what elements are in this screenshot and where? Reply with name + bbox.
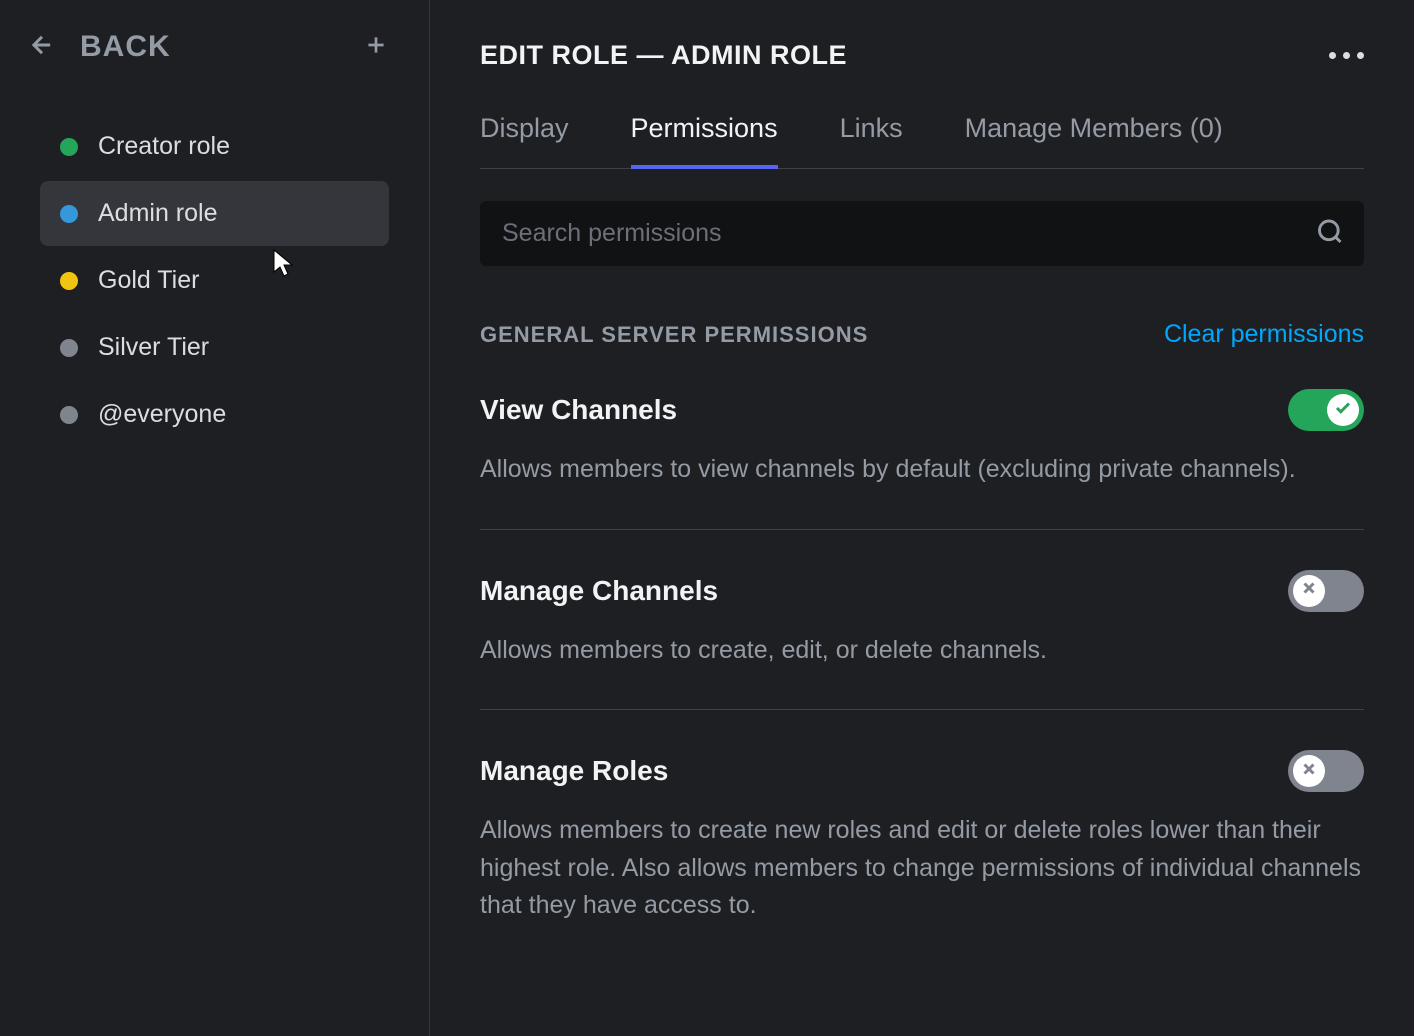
arrow-left-icon [28,31,56,64]
role-name-label: Gold Tier [98,266,199,295]
page-title: EDIT ROLE — ADMIN ROLE [480,40,847,71]
dots-icon [1357,52,1364,59]
permission-description: Allows members to create, edit, or delet… [480,632,1364,670]
more-options-button[interactable] [1329,52,1364,59]
sidebar: BACK Creator role Admin role Gold Tier S… [0,0,430,1036]
tab-manage-members[interactable]: Manage Members (0) [965,113,1223,168]
role-name-label: Admin role [98,199,218,228]
section-header: GENERAL SERVER PERMISSIONS Clear permiss… [480,320,1364,349]
sidebar-item-creator-role[interactable]: Creator role [40,114,389,179]
dots-icon [1343,52,1350,59]
search-input[interactable] [480,201,1364,266]
dots-icon [1329,52,1336,59]
sidebar-item-gold-tier[interactable]: Gold Tier [40,248,389,313]
toggle-thumb [1327,394,1359,426]
permission-title: Manage Roles [480,755,668,787]
role-name-label: Creator role [98,132,230,161]
section-title: GENERAL SERVER PERMISSIONS [480,322,868,348]
clear-permissions-link[interactable]: Clear permissions [1164,320,1364,349]
permission-description: Allows members to create new roles and e… [480,812,1364,925]
search-icon [1316,217,1344,250]
permission-header: Manage Roles [480,750,1364,792]
role-color-dot [60,272,78,290]
permission-item-manage-roles: Manage Roles Allows members to create ne… [480,750,1364,965]
search-container [480,201,1364,266]
sidebar-header: BACK [0,30,429,64]
permission-header: View Channels [480,389,1364,431]
sidebar-item-everyone[interactable]: @everyone [40,382,389,447]
sidebar-item-silver-tier[interactable]: Silver Tier [40,315,389,380]
tab-permissions[interactable]: Permissions [631,113,778,168]
permission-toggle[interactable] [1288,570,1364,612]
back-button[interactable]: BACK [28,30,171,64]
permission-title: Manage Channels [480,575,718,607]
permission-title: View Channels [480,394,677,426]
permission-toggle[interactable] [1288,389,1364,431]
permission-toggle[interactable] [1288,750,1364,792]
role-color-dot [60,205,78,223]
role-color-dot [60,406,78,424]
permission-item-manage-channels: Manage Channels Allows members to create… [480,570,1364,711]
x-icon [1300,760,1318,783]
tab-links[interactable]: Links [840,113,903,168]
role-name-label: @everyone [98,400,226,429]
role-list: Creator role Admin role Gold Tier Silver… [0,114,429,447]
permission-header: Manage Channels [480,570,1364,612]
sidebar-item-admin-role[interactable]: Admin role [40,181,389,246]
toggle-thumb [1293,575,1325,607]
check-icon [1334,399,1352,422]
add-role-button[interactable] [363,32,389,63]
main-header: EDIT ROLE — ADMIN ROLE [480,40,1364,71]
role-name-label: Silver Tier [98,333,209,362]
role-color-dot [60,138,78,156]
x-icon [1300,579,1318,602]
tabs: Display Permissions Links Manage Members… [480,113,1364,169]
plus-icon [363,45,389,62]
tab-display[interactable]: Display [480,113,569,168]
role-color-dot [60,339,78,357]
back-label: BACK [80,30,171,64]
main-content: EDIT ROLE — ADMIN ROLE Display Permissio… [430,0,1414,1036]
permission-item-view-channels: View Channels Allows members to view cha… [480,389,1364,530]
permission-description: Allows members to view channels by defau… [480,451,1364,489]
toggle-thumb [1293,755,1325,787]
